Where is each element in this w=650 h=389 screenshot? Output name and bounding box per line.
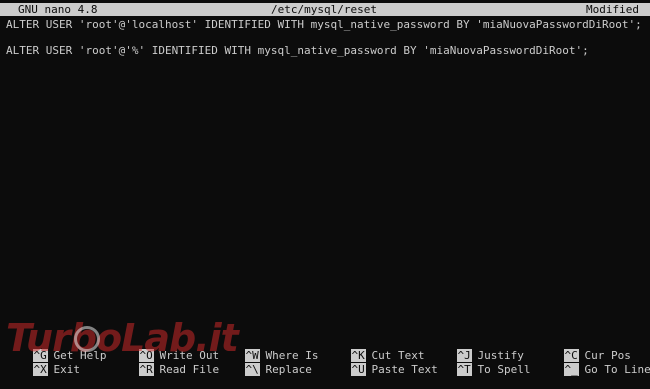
shortcut-key: ^\ — [245, 363, 260, 376]
shortcut-key: ^T — [457, 363, 472, 376]
watermark-text: TurboLab.it — [6, 316, 238, 360]
editor-line[interactable]: ALTER USER 'root'@'localhost' IDENTIFIED… — [6, 18, 642, 31]
shortcut-key: ^_ — [564, 363, 579, 376]
shortcut-cur-pos[interactable]: ^CCur Pos — [537, 336, 631, 349]
shortcut-label: Replace — [266, 363, 312, 376]
shortcut-key: ^X — [33, 363, 48, 376]
target-icon — [74, 326, 100, 352]
shortcut-justify[interactable]: ^JJustify — [430, 336, 524, 349]
file-path: /etc/mysql/reset — [271, 3, 377, 16]
editor-line[interactable] — [6, 31, 642, 44]
editor-line[interactable]: ALTER USER 'root'@'%' IDENTIFIED WITH my… — [6, 44, 642, 57]
shortcut-label: Read File — [160, 363, 220, 376]
shortcut-key: ^R — [139, 363, 154, 376]
modified-status: Modified — [586, 3, 639, 16]
app-version: GNU nano 4.8 — [18, 3, 97, 16]
shortcut-to-spell[interactable]: ^TTo Spell — [430, 350, 530, 363]
shortcut-label: Go To Line — [585, 363, 650, 376]
shortcut-label: To Spell — [478, 363, 531, 376]
title-bar: GNU nano 4.8 /etc/mysql/reset Modified — [0, 3, 650, 16]
shortcut-cut-text[interactable]: ^KCut Text — [324, 336, 424, 349]
text-editor-area[interactable]: ALTER USER 'root'@'localhost' IDENTIFIED… — [6, 18, 642, 57]
shortcut-paste-text[interactable]: ^UPaste Text — [324, 350, 438, 363]
shortcut-label: Exit — [54, 363, 81, 376]
shortcut-go-to-line[interactable]: ^_Go To Line — [537, 350, 650, 363]
shortcut-label: Paste Text — [372, 363, 438, 376]
watermark-logo: TurboLab.it — [6, 316, 231, 364]
shortcut-key: ^U — [351, 363, 366, 376]
